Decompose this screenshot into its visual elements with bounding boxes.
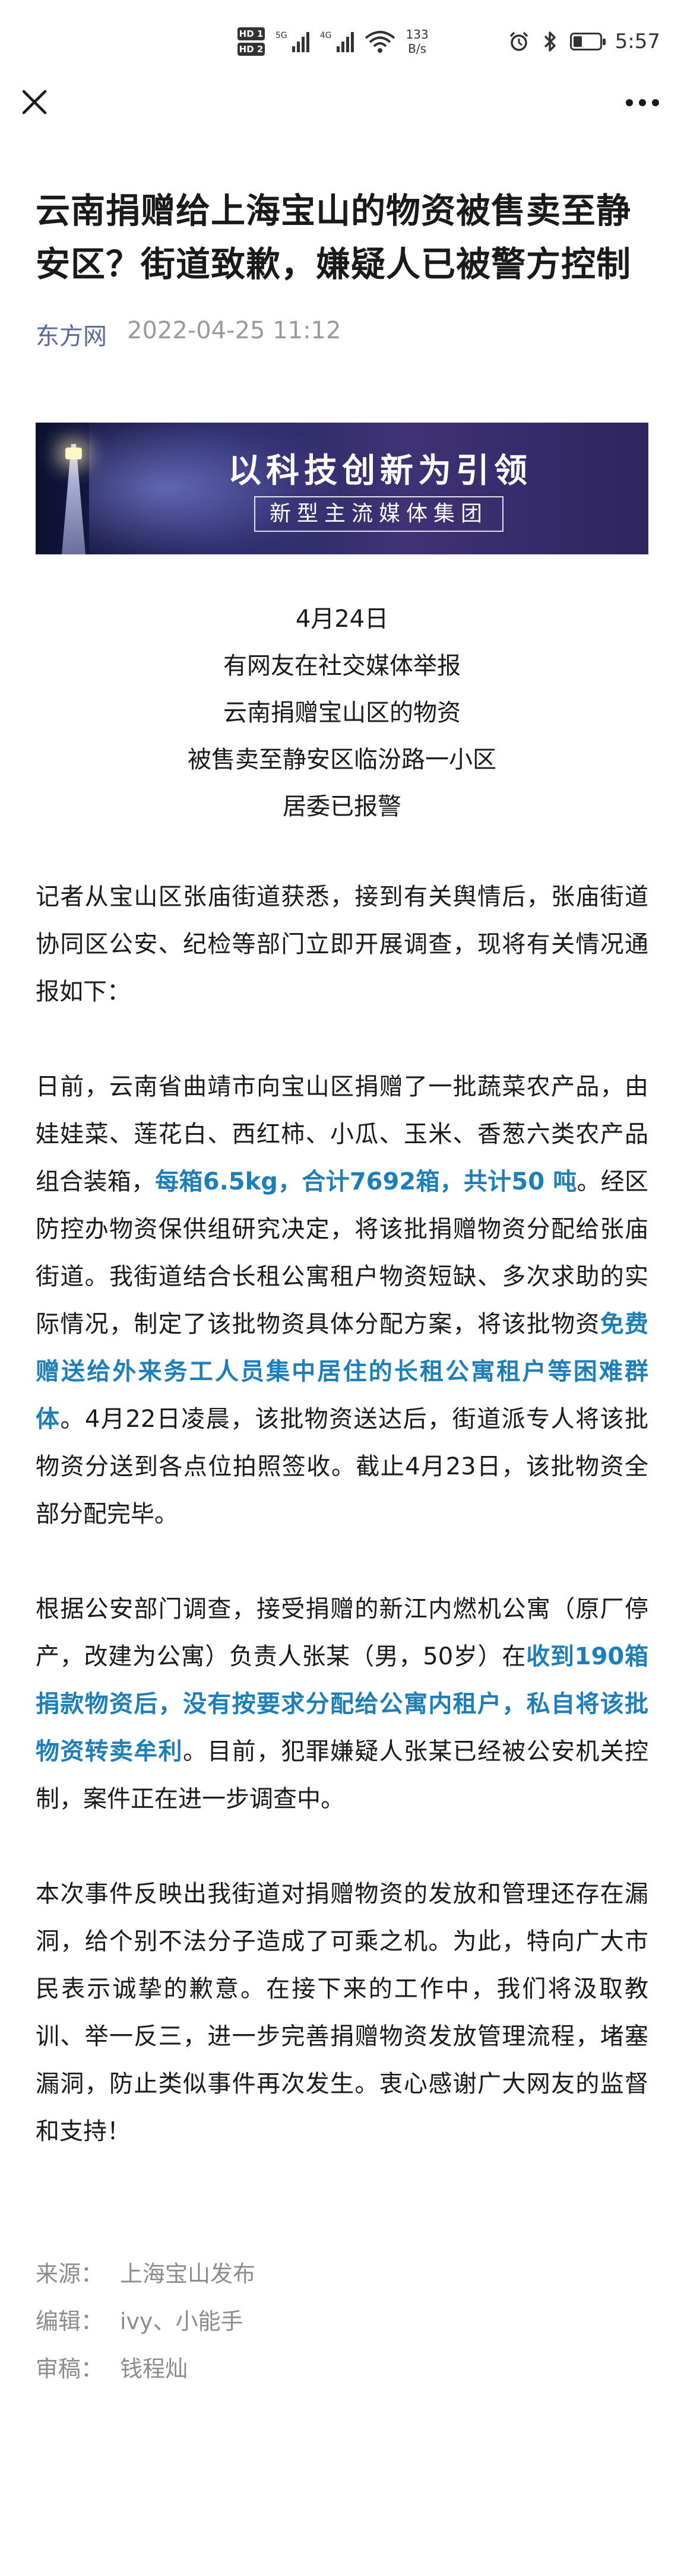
article-body: 云南捐赠给上海宝山的物资被售卖至静安区？街道致歉，嫌疑人已被警方控制 东方网 2… bbox=[36, 184, 648, 2393]
footer-reviewer-value: 钱程灿 bbox=[120, 2356, 188, 2382]
intro-block: 4月24日 有网友在社交媒体举报 云南捐赠宝山区的物资 被售卖至静安区临汾路一小… bbox=[36, 596, 648, 830]
signal-icon-sim2: 4G bbox=[320, 31, 354, 52]
paragraph-2: 日前，云南省曲靖市向宝山区捐赠了一批蔬菜农产品，由娃娃菜、莲花白、西红柿、小瓜、… bbox=[36, 1063, 648, 1538]
sim2-network-label: 4G bbox=[319, 31, 332, 40]
footer-reviewer-label: 审稿： bbox=[36, 2356, 104, 2382]
article-title: 云南捐赠给上海宝山的物资被售卖至静安区？街道致歉，嫌疑人已被警方控制 bbox=[36, 191, 632, 284]
paragraph-3: 根据公安部门调查，接受捐赠的新江内燃机公寓（原厂停产，改建为公寓）负责人张某（男… bbox=[36, 1585, 648, 1823]
network-indicators: HD 1 HD 2 5G 4G 133 B/s bbox=[238, 23, 429, 61]
status-bar: HD 1 HD 2 5G 4G 133 B/s 5:57 bbox=[0, 0, 684, 82]
clock: 5:57 bbox=[615, 30, 660, 53]
network-speed-value: 133 bbox=[406, 27, 429, 42]
sim1-network-label: 5G bbox=[276, 31, 287, 40]
intro-line: 被售卖至静安区临汾路一小区 bbox=[188, 746, 496, 773]
footer-source-label: 来源： bbox=[36, 2261, 104, 2287]
intro-line: 居委已报警 bbox=[283, 793, 401, 820]
network-speed-unit: B/s bbox=[408, 42, 427, 56]
banner-subline: 新型主流媒体集团 bbox=[254, 496, 504, 532]
hd1-badge: HD 1 bbox=[238, 27, 265, 40]
paragraph-1: 记者从宝山区张庙街道获悉，接到有关舆情后，张庙街道协同区公安、纪检等部门立即开展… bbox=[36, 883, 648, 1005]
banner-headline: 以科技创新为引领 bbox=[228, 452, 532, 490]
intro-line: 有网友在社交媒体举报 bbox=[223, 652, 461, 680]
article-meta: 东方网 2022-04-25 11:12 bbox=[36, 317, 648, 351]
more-icon[interactable] bbox=[625, 97, 660, 109]
footer-editor-value: ivy、小能手 bbox=[120, 2308, 243, 2334]
top-nav-bar bbox=[0, 82, 684, 147]
system-indicators: 5:57 bbox=[508, 23, 660, 61]
footer-reviewer-row: 审稿： 钱程灿 bbox=[36, 2345, 648, 2393]
footer-source-value: 上海宝山发布 bbox=[120, 2261, 256, 2287]
highlighted-text: 每箱6.5kg，合计7692箱，共计50 吨 bbox=[155, 1168, 577, 1195]
alarm-icon bbox=[509, 31, 528, 51]
lighthouse-icon bbox=[62, 444, 86, 554]
paragraph-text: 。4月22日凌晨，该批物资送达后，街道派专人将该批物资分送到各点位拍照签收。截止… bbox=[36, 1406, 649, 1528]
footer-source-row: 来源： 上海宝山发布 bbox=[36, 2250, 648, 2298]
wifi-icon bbox=[365, 31, 395, 53]
article-source-link[interactable]: 东方网 bbox=[36, 317, 107, 351]
signal-icon: 5G bbox=[276, 31, 309, 52]
paragraph-4: 本次事件反映出我街道对捐赠物资的发放和管理还存在漏洞，给个别不法分子造成了可乘之… bbox=[36, 1880, 648, 2145]
footer-editor-row: 编辑： ivy、小能手 bbox=[36, 2298, 648, 2345]
intro-line: 4月24日 bbox=[295, 605, 389, 633]
lighthouse-lamp bbox=[65, 448, 82, 459]
battery-icon bbox=[569, 33, 606, 50]
footer-editor-label: 编辑： bbox=[36, 2308, 104, 2334]
close-icon[interactable] bbox=[21, 89, 48, 115]
intro-line: 云南捐赠宝山区的物资 bbox=[223, 699, 461, 727]
network-speed: 133 B/s bbox=[406, 27, 429, 56]
bluetooth-icon bbox=[544, 31, 556, 52]
article-date: 2022-04-25 11:12 bbox=[127, 317, 341, 344]
banner-image: 以科技创新为引领 新型主流媒体集团 bbox=[36, 423, 648, 554]
hd-badges: HD 1 HD 2 bbox=[238, 27, 265, 56]
hd2-badge: HD 2 bbox=[238, 43, 265, 56]
article-footer: 来源： 上海宝山发布 编辑： ivy、小能手 审稿： 钱程灿 bbox=[36, 2250, 648, 2393]
